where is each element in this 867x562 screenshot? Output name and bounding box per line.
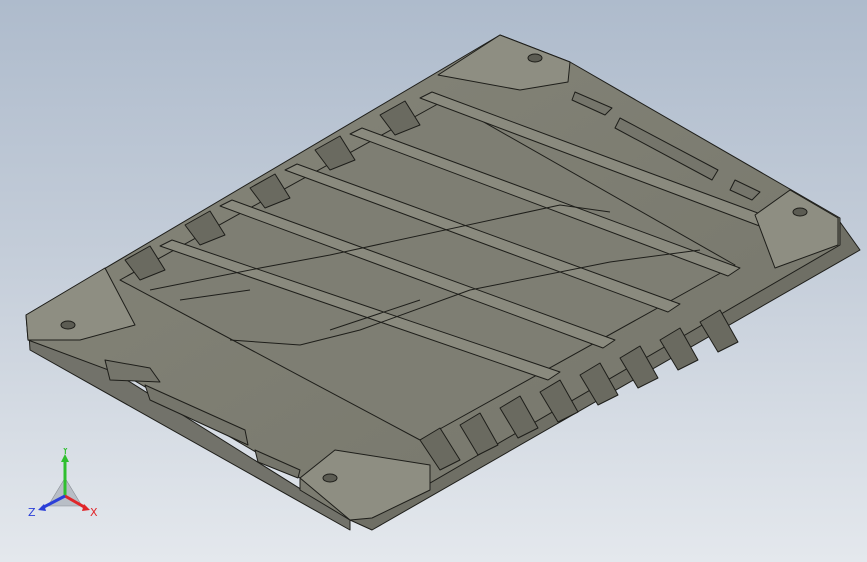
orientation-triad: Y X Z	[28, 448, 98, 519]
3d-model-canvas[interactable]	[0, 0, 867, 562]
tray-model[interactable]	[25, 34, 861, 531]
triad-z-label: Z	[28, 506, 36, 519]
triad-x-label: X	[90, 506, 98, 519]
triad-y-label: Y	[61, 448, 69, 457]
graphics-viewport[interactable]: Y X Z	[0, 0, 867, 562]
